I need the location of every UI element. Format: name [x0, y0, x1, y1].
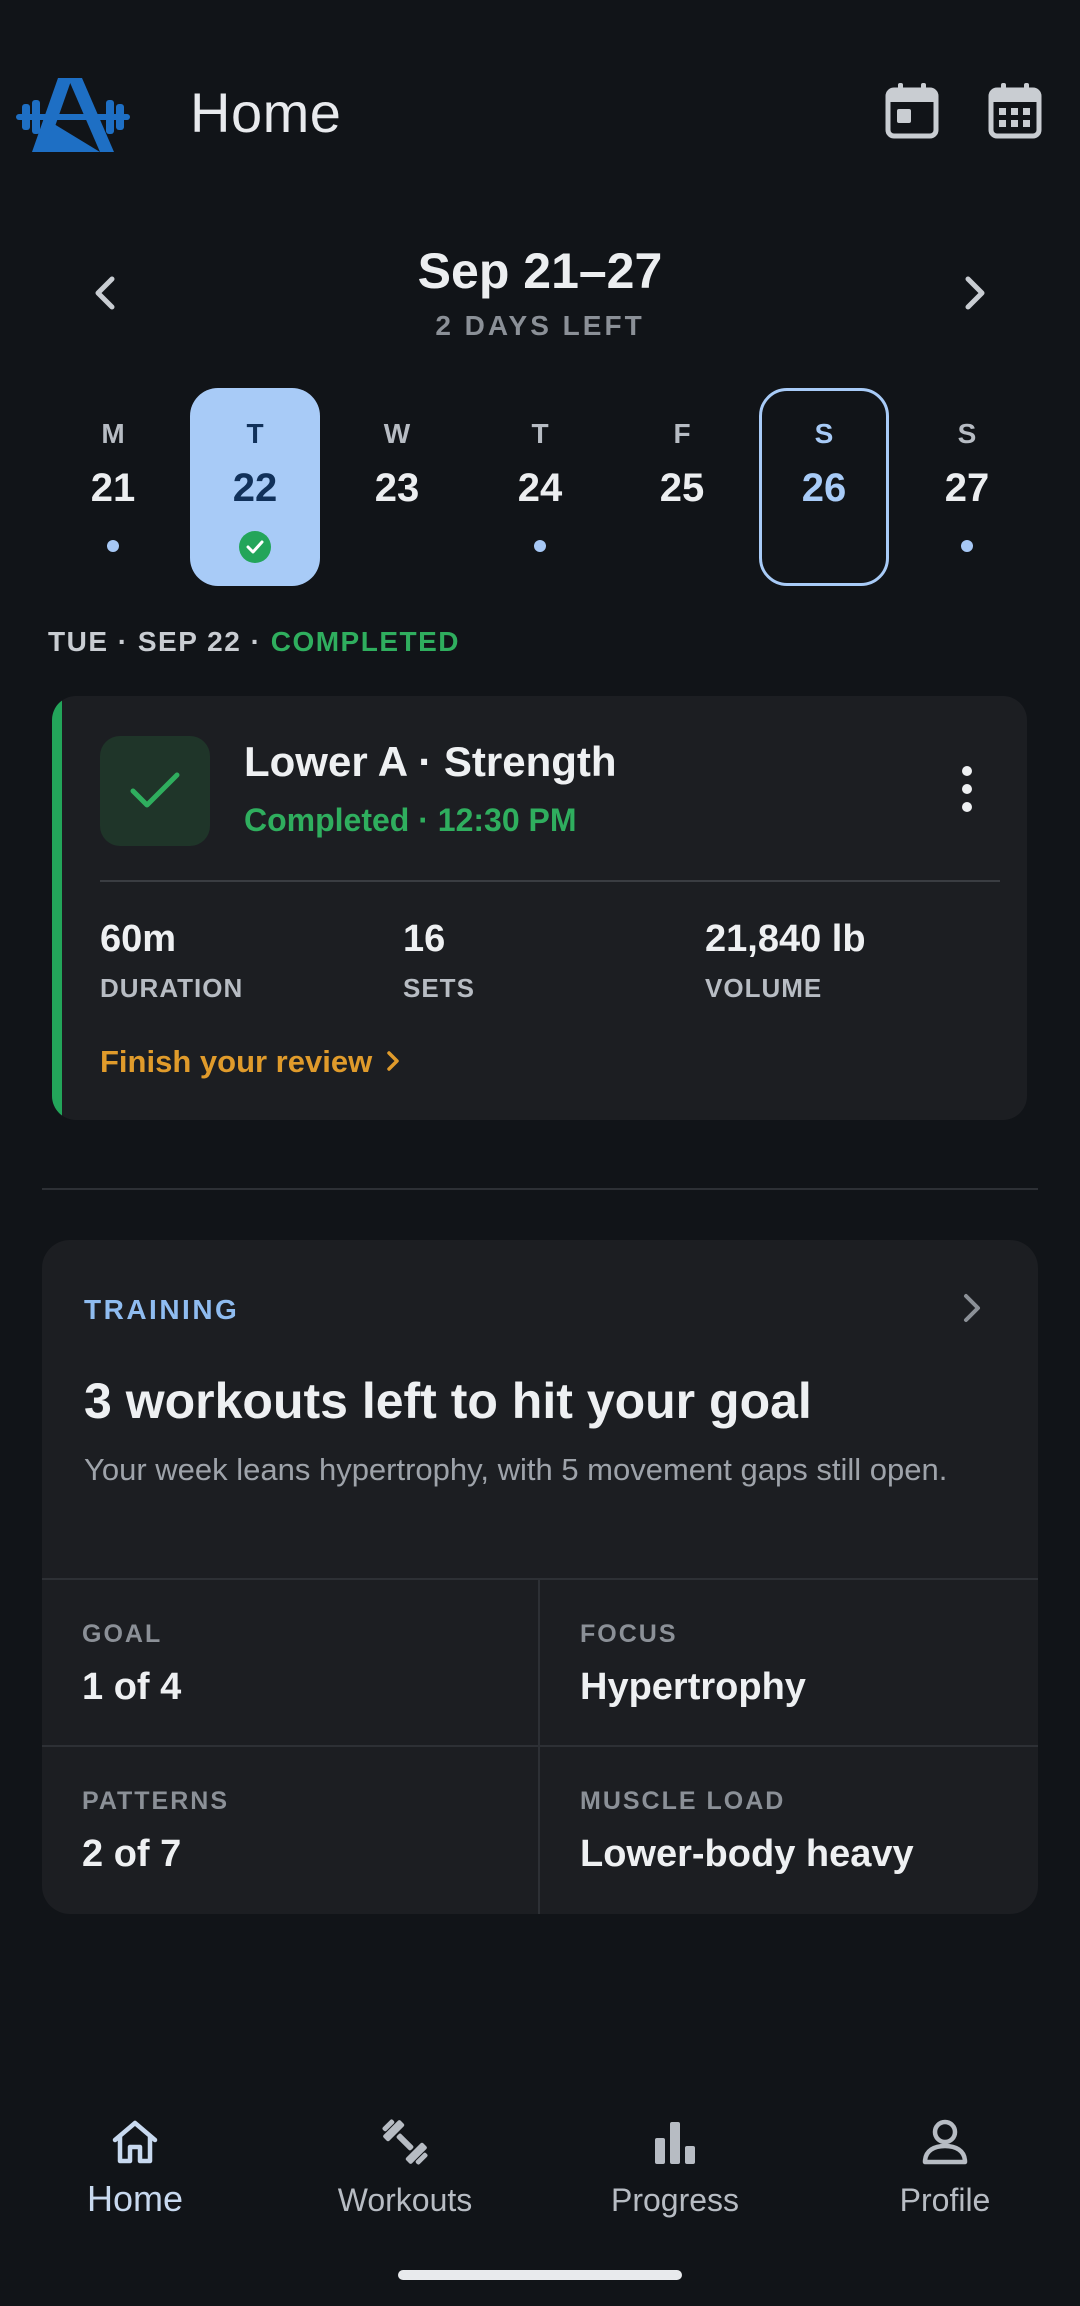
stat-label: VOLUME [705, 973, 823, 1003]
check-circle-icon [239, 531, 271, 563]
training-open-button[interactable] [942, 1280, 1002, 1340]
day-letter: S [814, 418, 834, 449]
day-tuesday-22[interactable]: T 22 [190, 388, 320, 586]
nav-label: Profile [899, 2182, 991, 2218]
nav-home[interactable]: Home [15, 2090, 255, 2240]
workout-status: Completed · 12:30 PM [244, 802, 577, 838]
day-number: 21 [90, 466, 136, 510]
card-divider [100, 880, 1000, 882]
metric-focus: FOCUS Hypertrophy [540, 1580, 1038, 1747]
barbell-triangle-logo-icon [14, 74, 132, 156]
app-header: Home [0, 60, 1080, 170]
today-button[interactable] [877, 78, 947, 148]
metric-label: GOAL [82, 1620, 163, 1648]
stat-sets: 16 SETS [403, 918, 475, 1004]
day-letter: M [101, 418, 125, 449]
training-headline: 3 workouts left to hit your goal [84, 1373, 812, 1429]
metric-value: Hypertrophy [580, 1666, 806, 1708]
stat-value: 21,840 lb [705, 918, 866, 960]
metric-muscle-load: MUSCLE LOAD Lower-body heavy [540, 1747, 1038, 1914]
metric-label: PATTERNS [82, 1787, 230, 1815]
metric-label: MUSCLE LOAD [580, 1787, 786, 1815]
week-range: Sep 21–27 [417, 243, 663, 299]
day-letter: W [383, 418, 411, 449]
metric-patterns: PATTERNS 2 of 7 [42, 1747, 540, 1914]
metric-label: FOCUS [580, 1620, 678, 1648]
day-number: 23 [374, 466, 420, 510]
review-link-label: Finish your review [100, 1044, 373, 1079]
workout-title: Lower A · Strength [244, 738, 617, 785]
chevron-right-icon [960, 273, 990, 318]
nav-workouts[interactable]: Workouts [285, 2090, 525, 2240]
selected-day-date: TUE · SEP 22 · [48, 626, 271, 657]
completed-accent-bar [52, 696, 62, 1120]
day-thursday-24[interactable]: T 24 [475, 388, 605, 586]
stat-label: SETS [403, 973, 475, 1003]
more-vertical-icon [959, 765, 975, 818]
chevron-right-icon [386, 1044, 400, 1080]
metric-goal: GOAL 1 of 4 [42, 1580, 540, 1747]
stat-value: 16 [403, 918, 446, 960]
nav-profile[interactable]: Profile [825, 2090, 1065, 2240]
workout-dot [534, 540, 546, 552]
day-sunday-27[interactable]: S 27 [902, 388, 1032, 586]
stat-duration: 60m DURATION [100, 918, 243, 1004]
workout-dot [961, 540, 973, 552]
workout-menu-button[interactable] [932, 756, 1002, 826]
day-saturday-26[interactable]: S 26 [759, 388, 889, 586]
stat-volume: 21,840 lb VOLUME [705, 918, 866, 1004]
home-icon [103, 2110, 167, 2174]
nav-label: Home [86, 2178, 184, 2219]
day-letter: T [531, 418, 549, 449]
page-title: Home [190, 81, 342, 144]
selected-day-status: COMPLETED [270, 626, 460, 657]
day-letter: F [673, 418, 691, 449]
dumbbell-icon [373, 2110, 437, 2174]
day-letter: T [246, 418, 264, 449]
day-number: 24 [517, 466, 563, 510]
stat-label: DURATION [100, 973, 244, 1003]
nav-label: Workouts [337, 2182, 473, 2218]
checkmark-icon [100, 736, 210, 846]
chevron-right-icon [961, 1292, 983, 1329]
home-screen: Home Sep 21–27 2 DAYS LEFT M 21 T 22 W 2… [0, 0, 1080, 2306]
person-icon [913, 2110, 977, 2174]
days-left-label: 2 DAYS LEFT [435, 310, 645, 341]
training-metrics-grid: GOAL 1 of 4 FOCUS Hypertrophy PATTERNS 2… [42, 1578, 1038, 1914]
metric-value: Lower-body heavy [580, 1833, 914, 1875]
day-wednesday-23[interactable]: W 23 [332, 388, 462, 586]
day-number: 25 [659, 466, 705, 510]
calendar-button[interactable] [980, 78, 1050, 148]
day-monday-21[interactable]: M 21 [48, 388, 178, 586]
training-description: Your week leans hypertrophy, with 5 move… [84, 1452, 948, 1487]
nav-label: Progress [610, 2182, 740, 2218]
selected-day-label: TUE · SEP 22 · COMPLETED [48, 626, 460, 658]
section-divider [42, 1188, 1038, 1190]
bottom-navigation: Home Workouts Progress Profile [0, 2090, 1080, 2240]
workout-card[interactable]: Lower A · Strength Completed · 12:30 PM … [52, 696, 1027, 1120]
metric-value: 1 of 4 [82, 1666, 182, 1708]
training-eyebrow: TRAINING [84, 1294, 240, 1325]
calendar-month-icon [988, 82, 1042, 145]
home-indicator-bar[interactable] [398, 2270, 682, 2280]
bar-chart-icon [643, 2110, 707, 2174]
stat-value: 60m [100, 918, 177, 960]
nav-progress[interactable]: Progress [555, 2090, 795, 2240]
day-number: 26 [801, 466, 847, 510]
finish-review-link[interactable]: Finish your review [100, 1044, 400, 1080]
day-strip: M 21 T 22 W 23 T 24 F 25 S 26 S 27 [0, 388, 1080, 588]
day-number: 27 [944, 466, 990, 510]
week-navigator: Sep 21–27 2 DAYS LEFT [0, 230, 1080, 350]
next-week-button[interactable] [940, 260, 1010, 330]
training-summary-card[interactable]: TRAINING 3 workouts left to hit your goa… [42, 1240, 1038, 1914]
day-number: 22 [232, 466, 278, 510]
workout-dot [107, 540, 119, 552]
metric-value: 2 of 7 [82, 1833, 182, 1875]
day-friday-25[interactable]: F 25 [617, 388, 747, 586]
day-letter: S [957, 418, 977, 449]
calendar-today-icon [885, 82, 939, 145]
